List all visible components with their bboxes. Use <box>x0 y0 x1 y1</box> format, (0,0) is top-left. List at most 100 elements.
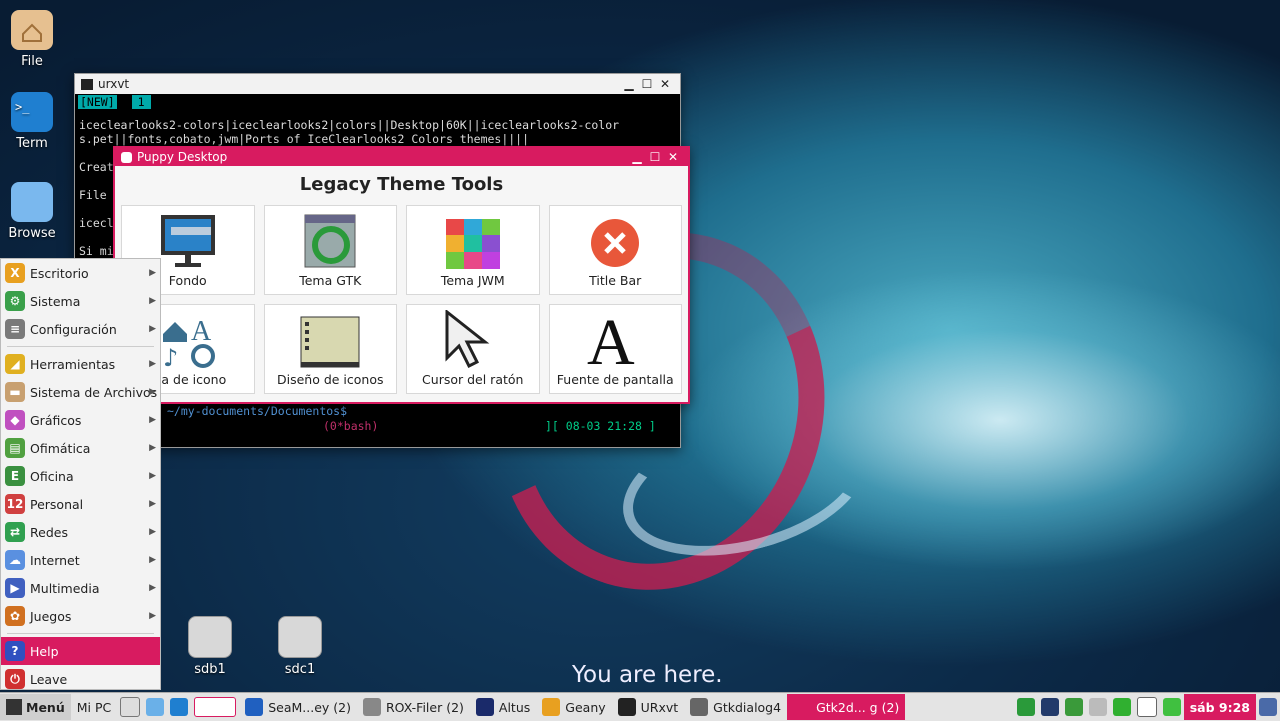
tab-new[interactable]: [NEW] <box>78 95 117 109</box>
maximize-button[interactable]: ☐ <box>646 148 664 166</box>
task-button[interactable]: URxvt <box>612 694 685 720</box>
menu-item-configuraci-n[interactable]: ≡ Configuración ▶ <box>1 315 160 343</box>
menu-category-icon: ◆ <box>5 410 25 430</box>
menu-category-icon: ⚙ <box>5 291 25 311</box>
display-icon[interactable] <box>1112 698 1131 716</box>
tool-mouse-cursor-button[interactable]: Cursor del ratón <box>406 304 540 394</box>
task-button[interactable]: SeaM...ey (2) <box>239 694 357 720</box>
settings-icon[interactable] <box>1259 698 1277 716</box>
font-icon: A <box>587 306 635 368</box>
menu-category-icon: ▬ <box>5 382 25 402</box>
menu-item-redes[interactable]: ⇄ Redes ▶ <box>1 518 160 546</box>
usb-drive-icon <box>278 616 322 658</box>
menu-item-gr-ficos[interactable]: ◆ Gráficos ▶ <box>1 406 160 434</box>
submenu-arrow-icon: ▶ <box>149 268 156 278</box>
battery-icon[interactable] <box>1162 698 1181 716</box>
clock-label: sáb 9:28 <box>1189 699 1250 715</box>
tool-title-bar-button[interactable]: Title Bar <box>548 205 682 295</box>
menu-item-sistema[interactable]: ⚙ Sistema ▶ <box>1 287 160 315</box>
close-button[interactable]: ✕ <box>664 148 682 166</box>
tab-number[interactable]: 1 <box>131 95 151 109</box>
file-manager-icon[interactable] <box>120 697 141 717</box>
submenu-arrow-icon: ▶ <box>149 555 156 565</box>
menu-item-help[interactable]: ? Help <box>1 637 160 665</box>
puppy-desktop-window[interactable]: Puppy Desktop ▁ ☐ ✕ Legacy Theme Tools F… <box>113 146 690 404</box>
menu-item-label: Juegos <box>30 608 72 624</box>
desktop-icon-file[interactable]: File <box>0 10 64 69</box>
task-label: SeaM...ey (2) <box>268 699 351 715</box>
menu-item-ofim-tica[interactable]: ▤ Ofimática ▶ <box>1 434 160 462</box>
menu-item-label: Redes <box>30 524 68 540</box>
desktop-icon-label: Browse <box>8 226 56 241</box>
icon-theme-icon: A♪ <box>162 316 215 368</box>
tool-screen-font-button[interactable]: A Fuente de pantalla <box>548 304 682 394</box>
menu-item-oficina[interactable]: E Oficina ▶ <box>1 462 160 490</box>
urxvt-titlebar[interactable]: urxvt ▁ ☐ ✕ <box>75 74 680 94</box>
submenu-arrow-icon: ▶ <box>149 415 156 425</box>
task-button[interactable]: Geany <box>536 694 611 720</box>
home-folder-icon <box>11 10 53 50</box>
tool-label: Fuente de pantalla <box>556 372 674 387</box>
minimize-button[interactable]: ▁ <box>620 75 638 93</box>
menu-item-label: Help <box>30 643 59 659</box>
tool-tema-gtk-button[interactable]: Tema GTK <box>263 205 397 295</box>
drive-icon-sdb1[interactable]: sdb1 <box>178 616 242 677</box>
cloud-launcher-icon[interactable] <box>146 698 165 716</box>
monitor-paint-icon <box>160 215 215 267</box>
tool-tema-jwm-button[interactable]: Tema JWM <box>406 205 540 295</box>
desktop-icon-term[interactable]: >_ Term <box>0 92 64 151</box>
menu-item-escritorio[interactable]: X Escritorio ▶ <box>1 259 160 287</box>
shield-icon[interactable] <box>1016 698 1035 716</box>
close-button[interactable]: ✕ <box>656 75 674 93</box>
notes-icon[interactable] <box>1136 697 1157 717</box>
minimize-button[interactable]: ▁ <box>628 148 646 166</box>
menu-item-label: Internet <box>30 552 80 568</box>
tmux-tabs: [NEW] 1 <box>75 94 680 110</box>
mipc-button[interactable]: Mi PC <box>71 694 118 720</box>
task-button[interactable]: Gtkdialog4 <box>684 694 787 720</box>
submenu-arrow-icon: ▶ <box>149 527 156 537</box>
task-button[interactable]: Gtk2d... g (2) <box>787 694 906 720</box>
drive-icon-sdc1[interactable]: sdc1 <box>268 616 332 677</box>
menu-item-juegos[interactable]: ✿ Juegos ▶ <box>1 602 160 630</box>
tool-icon-layout-button[interactable]: Diseño de iconos <box>263 304 397 394</box>
menu-item-herramientas[interactable]: ◢ Herramientas ▶ <box>1 350 160 378</box>
task-app-icon <box>690 698 709 716</box>
terminal-launcher-icon[interactable] <box>170 698 189 716</box>
menu-category-icon: ≡ <box>5 319 25 339</box>
power-icon: ⏻ <box>5 669 25 689</box>
menu-item-internet[interactable]: ☁ Internet ▶ <box>1 546 160 574</box>
hard-drive-icon <box>188 616 232 658</box>
menu-button[interactable]: Menú <box>0 694 71 720</box>
menu-item-label: Personal <box>30 496 84 512</box>
svg-text:A: A <box>191 316 212 347</box>
menu-item-leave[interactable]: ⏻ Leave <box>1 665 160 693</box>
submenu-arrow-icon: ▶ <box>149 324 156 334</box>
submenu-arrow-icon: ▶ <box>149 583 156 593</box>
task-button[interactable]: Altus <box>470 694 536 720</box>
task-button[interactable]: ROX-Filer (2) <box>357 694 470 720</box>
speaker-icon[interactable] <box>1088 698 1107 716</box>
tool-label: Title Bar <box>589 273 642 288</box>
volume-icon[interactable] <box>1064 698 1083 716</box>
menu-item-multimedia[interactable]: ▶ Multimedia ▶ <box>1 574 160 602</box>
task-app-icon <box>793 698 812 716</box>
desktop-icon-browse[interactable]: Browse <box>0 182 64 241</box>
puppy-titlebar[interactable]: Puppy Desktop ▁ ☐ ✕ <box>115 148 688 166</box>
submenu-arrow-icon: ▶ <box>149 499 156 509</box>
clock[interactable]: sáb 9:28 <box>1183 694 1256 720</box>
menu-item-label: Ofimática <box>30 440 91 456</box>
menu-item-label: Sistema de Archivos <box>30 384 158 400</box>
desktop-switcher-icon[interactable] <box>194 697 237 717</box>
menu-item-label: Sistema <box>30 293 81 309</box>
task-label: Gtkdialog4 <box>713 699 782 715</box>
maximize-button[interactable]: ☐ <box>638 75 656 93</box>
start-menu: X Escritorio ▶ ⚙ Sistema ▶ ≡ Configuración ▶ ◢ Her… <box>0 258 161 690</box>
taskbar: Menú Mi PC SeaM...ey (2) ROX-Filer (2) Alt… <box>0 692 1280 721</box>
submenu-arrow-icon: ▶ <box>149 611 156 621</box>
task-app-icon <box>245 698 264 716</box>
menu-item-personal[interactable]: 12 Personal ▶ <box>1 490 160 518</box>
network-icon[interactable] <box>1040 698 1059 716</box>
menu-item-sistema-de-archivos[interactable]: ▬ Sistema de Archivos ▶ <box>1 378 160 406</box>
puppy-paw-icon <box>121 151 132 163</box>
